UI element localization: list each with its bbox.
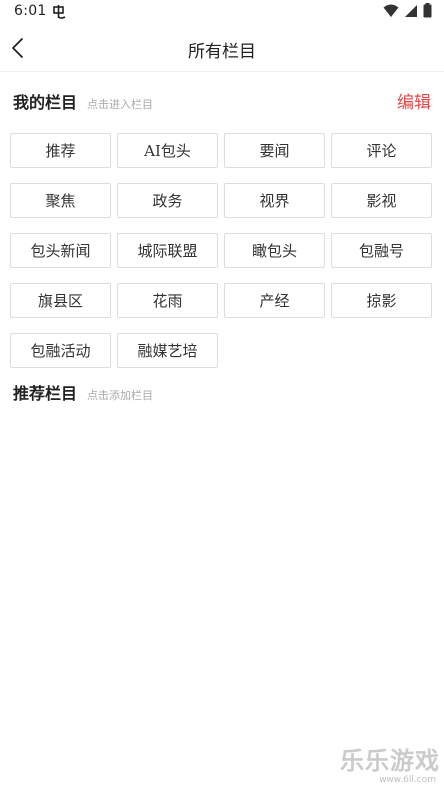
status-time: 6:01 <box>14 3 47 19</box>
channel-item[interactable]: 城际联盟 <box>117 233 218 268</box>
channel-item[interactable]: 包头新闻 <box>10 233 111 268</box>
watermark: 乐乐游戏 www.6ll.com <box>322 747 440 787</box>
my-channels-grid: 推荐 AI包头 要闻 评论 聚焦 政务 视界 影视 包头新闻 城际联盟 瞰包头 … <box>10 133 434 368</box>
channel-item[interactable]: 掠影 <box>331 283 432 318</box>
channel-item[interactable]: 要闻 <box>224 133 325 168</box>
channel-item[interactable]: 影视 <box>331 183 432 218</box>
all-channels-page: 6:01 所有栏目 我的栏目 点击进入栏目 编辑 推荐 AI包头 要闻 评论 聚… <box>0 0 444 789</box>
channel-item[interactable]: 视界 <box>224 183 325 218</box>
channel-item[interactable]: 评论 <box>331 133 432 168</box>
app-notification-icon <box>52 4 68 20</box>
my-channels-hint: 点击进入栏目 <box>87 98 154 111</box>
my-channels-header: 我的栏目 点击进入栏目 编辑 <box>13 88 431 116</box>
channel-item[interactable]: AI包头 <box>117 133 218 168</box>
recommended-channels-title: 推荐栏目 <box>13 384 78 403</box>
channel-item[interactable]: 包融活动 <box>10 333 111 368</box>
wifi-icon <box>383 3 399 22</box>
watermark-text: 乐乐游戏 <box>340 747 440 775</box>
channel-item[interactable]: 融媒艺培 <box>117 333 218 368</box>
channel-item[interactable]: 花雨 <box>117 283 218 318</box>
signal-icon <box>404 3 418 22</box>
page-title: 所有栏目 <box>188 42 256 62</box>
watermark-url: www.6ll.com <box>379 775 436 785</box>
channel-item[interactable]: 瞰包头 <box>224 233 325 268</box>
channel-item[interactable]: 聚焦 <box>10 183 111 218</box>
status-icons <box>383 2 432 22</box>
my-channels-title: 我的栏目 <box>13 93 78 112</box>
header-bar: 所有栏目 <box>0 24 444 72</box>
channel-item[interactable]: 推荐 <box>10 133 111 168</box>
status-bar: 6:01 <box>0 0 444 24</box>
channel-item[interactable]: 旗县区 <box>10 283 111 318</box>
battery-icon <box>423 2 432 22</box>
recommended-channels-hint: 点击添加栏目 <box>87 389 154 402</box>
edit-button[interactable]: 编辑 <box>397 88 431 113</box>
recommended-channels-header: 推荐栏目 点击添加栏目 <box>13 380 431 408</box>
channel-item[interactable]: 产经 <box>224 283 325 318</box>
channel-item[interactable]: 政务 <box>117 183 218 218</box>
channel-item[interactable]: 包融号 <box>331 233 432 268</box>
